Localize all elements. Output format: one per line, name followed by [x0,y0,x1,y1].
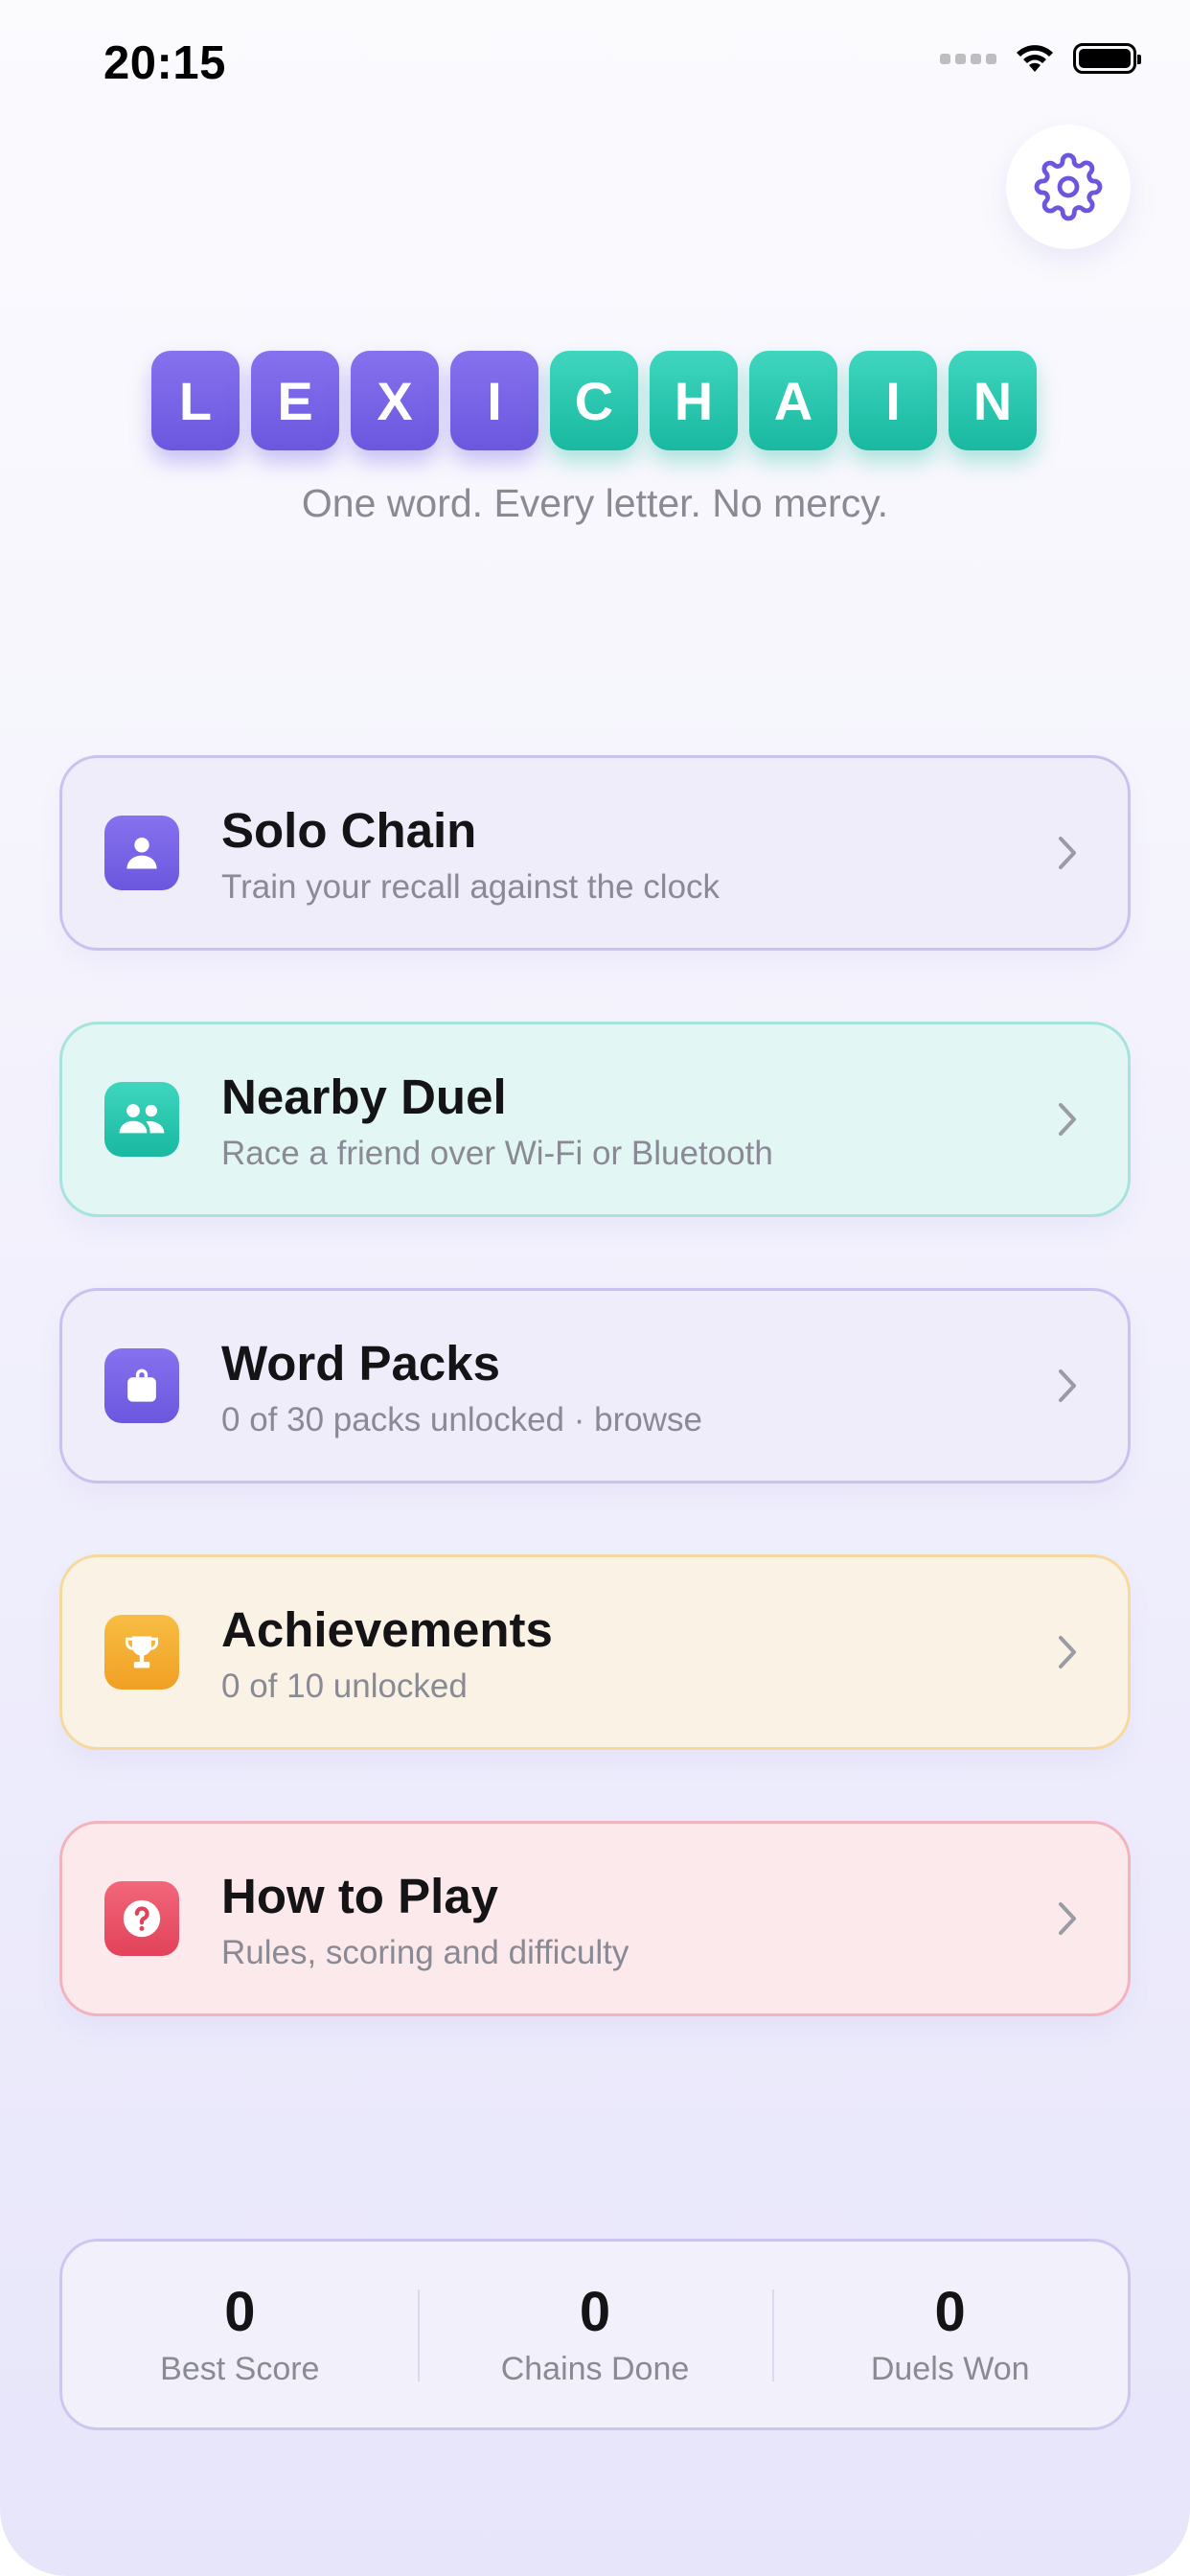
logo-tile: N [949,351,1037,450]
chevron-right-icon [1059,1636,1076,1668]
stat-value: 0 [224,2280,256,2343]
menu-item-subtitle: Race a friend over Wi-Fi or Bluetooth [221,1135,773,1172]
chevron-right-icon [1059,837,1076,869]
menu-item-subtitle: 0 of 30 packs unlocked · browse [221,1401,702,1438]
cellular-signal-icon [940,53,996,64]
menu-item-word-packs[interactable]: Word Packs 0 of 30 packs unlocked · brow… [59,1288,1131,1484]
question-icon [104,1881,179,1956]
chevron-right-icon [1059,1103,1076,1136]
menu-item-solo-chain[interactable]: Solo Chain Train your recall against the… [59,755,1131,951]
stat-label: Duels Won [870,2350,1030,2387]
menu-item-how-to-play[interactable]: How to Play Rules, scoring and difficult… [59,1821,1131,2016]
menu-item-title: Nearby Duel [221,1070,507,1124]
bag-icon [104,1348,179,1423]
logo-tile: E [251,351,339,450]
logo-tile: I [450,351,538,450]
stat-duels-won: 0 Duels Won [772,2242,1128,2427]
logo-tile: C [550,351,638,450]
menu-item-nearby-duel[interactable]: Nearby Duel Race a friend over Wi-Fi or … [59,1022,1131,1217]
status-time: 20:15 [103,37,226,89]
chevron-right-icon [1059,1369,1076,1402]
menu-item-title: Solo Chain [221,803,477,858]
stat-best-score: 0 Best Score [62,2242,418,2427]
menu-item-achievements[interactable]: Achievements 0 of 10 unlocked [59,1554,1131,1750]
logo-tile: H [650,351,738,450]
stat-label: Chains Done [500,2350,690,2387]
status-icons [940,42,1141,75]
home-screen: 20:15 L E X I C H A I N One word. Every … [0,0,1190,2576]
logo-tile: X [351,351,439,450]
menu-item-title: Word Packs [221,1336,501,1391]
tagline: One word. Every letter. No mercy. [301,481,889,525]
stat-chains-done: 0 Chains Done [417,2242,773,2427]
two-people-icon [104,1082,179,1157]
gear-icon [1034,152,1103,221]
menu-item-title: How to Play [221,1869,499,1923]
menu-item-subtitle: Train your recall against the clock [221,868,721,906]
chevron-right-icon [1059,1902,1076,1935]
logo-tile: A [749,351,837,450]
menu-item-subtitle: Rules, scoring and difficulty [221,1934,629,1971]
battery-icon [1073,43,1141,74]
logo-tile: L [151,351,240,450]
settings-button[interactable] [1006,125,1131,249]
stat-value: 0 [934,2280,966,2343]
wifi-icon [1017,45,1053,72]
stat-value: 0 [579,2280,611,2343]
person-icon [104,816,179,890]
stats-panel: 0 Best Score 0 Chains Done 0 Duels Won [59,2239,1131,2430]
trophy-icon [104,1615,179,1690]
menu-item-title: Achievements [221,1602,553,1657]
logo-tile: I [849,351,937,450]
stat-label: Best Score [160,2350,320,2387]
menu-item-subtitle: 0 of 10 unlocked [221,1668,468,1705]
app-logo: L E X I C H A I N [151,351,1037,450]
